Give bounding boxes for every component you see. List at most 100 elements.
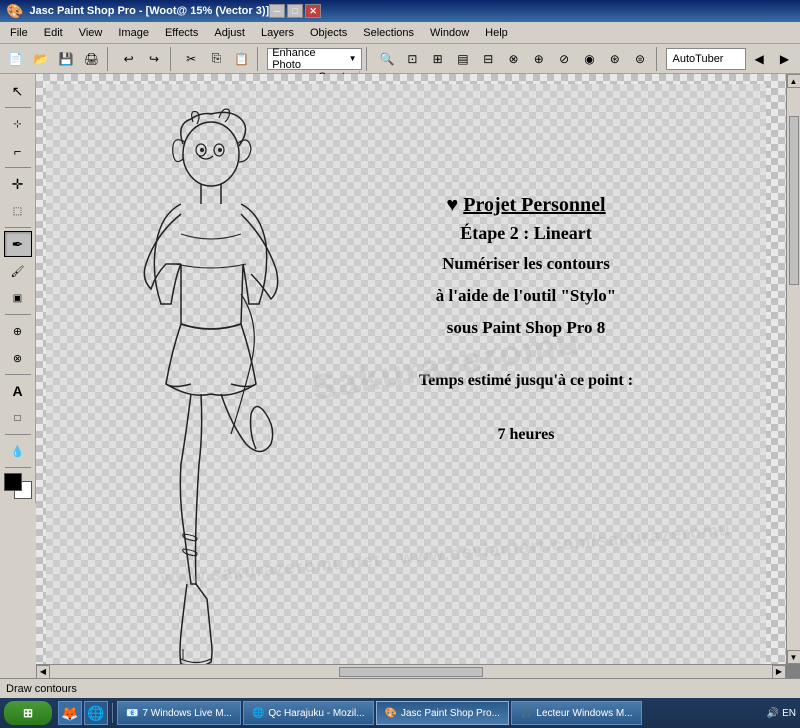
- tool10-button[interactable]: ⊜: [628, 47, 651, 71]
- title-heart: ♥: [446, 194, 458, 216]
- side-sep1: [5, 107, 31, 108]
- autotuber-next[interactable]: ▶: [773, 47, 796, 71]
- redo-button[interactable]: ↪: [142, 47, 165, 71]
- minimize-button[interactable]: ─: [269, 4, 285, 18]
- close-button[interactable]: ✕: [305, 4, 321, 18]
- menu-image[interactable]: Image: [110, 25, 157, 41]
- deform-tool-button[interactable]: ⊹: [4, 111, 32, 137]
- shape-tool-button[interactable]: □: [4, 405, 32, 431]
- time-line2: 7 heures: [326, 423, 726, 447]
- menu-window[interactable]: Window: [422, 25, 477, 41]
- move-tool-button[interactable]: ✛: [4, 171, 32, 197]
- enhance-photo-arrow: ▼: [349, 54, 357, 63]
- new-button[interactable]: 📄: [4, 47, 27, 71]
- menu-selections[interactable]: Selections: [355, 25, 422, 41]
- hscroll-thumb[interactable]: [339, 667, 483, 677]
- tool8-button[interactable]: ◉: [578, 47, 601, 71]
- enhance-photo-dropdown[interactable]: Enhance Photo ▼: [267, 48, 361, 70]
- menubar: File Edit View Image Effects Adjust Laye…: [0, 22, 800, 44]
- text-tool-button[interactable]: A: [4, 378, 32, 404]
- tool3-button[interactable]: ▤: [451, 47, 474, 71]
- side-sep4: [5, 314, 31, 315]
- menu-file[interactable]: File: [2, 25, 36, 41]
- taskbar-firefox-icon[interactable]: 🦊: [58, 701, 82, 725]
- start-label: ⊞: [23, 706, 33, 720]
- sep3: [257, 47, 263, 71]
- open-button[interactable]: 📂: [29, 47, 52, 71]
- vertical-scrollbar[interactable]: ▲ ▼: [786, 74, 800, 664]
- main-toolbar: 📄 📂 💾 🖨 ↩ ↪ ✂ ⎘ 📋 Enhance Photo ▼ 🔍 ⊡ ⊞ …: [0, 44, 800, 74]
- sep1: [107, 47, 113, 71]
- menu-effects[interactable]: Effects: [157, 25, 206, 41]
- title-text: Jasc Paint Shop Pro - [Woot@ 15% (Vector…: [29, 5, 269, 17]
- hscroll-left-button[interactable]: ◀: [36, 665, 50, 679]
- canvas-content: ♥ Projet Personnel Étape 2 : Lineart Num…: [36, 74, 786, 664]
- color-dropper-button[interactable]: 💧: [4, 438, 32, 464]
- vscroll-up-button[interactable]: ▲: [787, 74, 800, 88]
- taskbar-media-icon: 🎵: [520, 708, 532, 719]
- artwork: ♥ Projet Personnel Étape 2 : Lineart Num…: [46, 84, 766, 664]
- taskbar-firefox-tab[interactable]: 🌐 Qc Harajuku - Mozil...: [243, 701, 374, 725]
- copy-button[interactable]: ⎘: [205, 47, 228, 71]
- autotuber-box: AutoTuber: [666, 48, 746, 70]
- status-text: Draw contours: [6, 683, 77, 695]
- menu-objects[interactable]: Objects: [302, 25, 355, 41]
- canvas-scroll[interactable]: ♥ Projet Personnel Étape 2 : Lineart Num…: [36, 74, 786, 664]
- color-swatches[interactable]: [4, 473, 32, 499]
- time-line1: Temps estimé jusqu'à ce point :: [326, 369, 726, 393]
- maximize-button[interactable]: □: [287, 4, 303, 18]
- tool7-button[interactable]: ⊘: [552, 47, 575, 71]
- side-sep2: [5, 167, 31, 168]
- select-tool-button[interactable]: ⬚: [4, 198, 32, 224]
- body-line3: sous Paint Shop Pro 8: [326, 316, 726, 340]
- taskbar-windows-live-icon: 📧: [126, 708, 138, 719]
- tool1-button[interactable]: ⊡: [401, 47, 424, 71]
- menu-edit[interactable]: Edit: [36, 25, 71, 41]
- body-line1: Numériser les contours: [326, 252, 726, 276]
- tool9-button[interactable]: ⊛: [603, 47, 626, 71]
- tool2-button[interactable]: ⊞: [426, 47, 449, 71]
- menu-adjust[interactable]: Adjust: [206, 25, 253, 41]
- fill-tool-button[interactable]: ▣: [4, 285, 32, 311]
- hscroll-track[interactable]: [50, 667, 772, 677]
- zoom-in-button[interactable]: 🔍: [375, 47, 398, 71]
- tool5-button[interactable]: ⊗: [502, 47, 525, 71]
- autotuber-prev[interactable]: ◀: [748, 47, 771, 71]
- paint-tool-button[interactable]: 🖌: [4, 258, 32, 284]
- tool6-button[interactable]: ⊕: [527, 47, 550, 71]
- horizontal-scrollbar[interactable]: ◀ ▶: [36, 664, 786, 678]
- taskbar-ie-icon[interactable]: 🌐: [84, 701, 108, 725]
- canvas-area: ♥ Projet Personnel Étape 2 : Lineart Num…: [36, 74, 800, 678]
- sep2: [170, 47, 176, 71]
- undo-button[interactable]: ↩: [117, 47, 140, 71]
- retouch-tool-button[interactable]: ⊗: [4, 345, 32, 371]
- autotuber-label: AutoTuber: [673, 53, 724, 65]
- hscroll-right-button[interactable]: ▶: [772, 665, 786, 679]
- arrow-tool-button[interactable]: ↖: [4, 78, 32, 104]
- menu-layers[interactable]: Layers: [253, 25, 302, 41]
- paste-button[interactable]: 📋: [230, 47, 253, 71]
- start-button[interactable]: ⊞: [4, 701, 52, 725]
- vscroll-track[interactable]: [789, 88, 799, 650]
- taskbar-psp-tab[interactable]: 🎨 Jasc Paint Shop Pro...: [376, 701, 509, 725]
- tool4-button[interactable]: ⊟: [477, 47, 500, 71]
- titlebar: 🎨 Jasc Paint Shop Pro - [Woot@ 15% (Vect…: [0, 0, 800, 22]
- menu-help[interactable]: Help: [477, 25, 516, 41]
- crop-tool-button[interactable]: ⌐: [4, 138, 32, 164]
- taskbar-windows-live[interactable]: 📧 7 Windows Live M...: [117, 701, 241, 725]
- vscroll-down-button[interactable]: ▼: [787, 650, 800, 664]
- manga-figure: [101, 104, 331, 664]
- side-toolbar: ↖ ⊹ ⌐ ✛ ⬚ ✒ 🖌 ▣ ⊕ ⊗ A □ 💧: [0, 74, 36, 503]
- cut-button[interactable]: ✂: [179, 47, 202, 71]
- save-button[interactable]: 💾: [55, 47, 78, 71]
- menu-view[interactable]: View: [71, 25, 111, 41]
- print-button[interactable]: 🖨: [80, 47, 103, 71]
- pen-tool-button[interactable]: ✒: [4, 231, 32, 257]
- vscroll-thumb[interactable]: [789, 116, 799, 285]
- taskbar-sep1: [112, 703, 113, 723]
- window-controls: ─ □ ✕: [269, 4, 321, 18]
- taskbar-media-player[interactable]: 🎵 Lecteur Windows M...: [511, 701, 642, 725]
- canvas-text-area: ♥ Projet Personnel Étape 2 : Lineart Num…: [326, 194, 726, 447]
- clock-display: 🔊 EN: [767, 708, 796, 719]
- clone-tool-button[interactable]: ⊕: [4, 318, 32, 344]
